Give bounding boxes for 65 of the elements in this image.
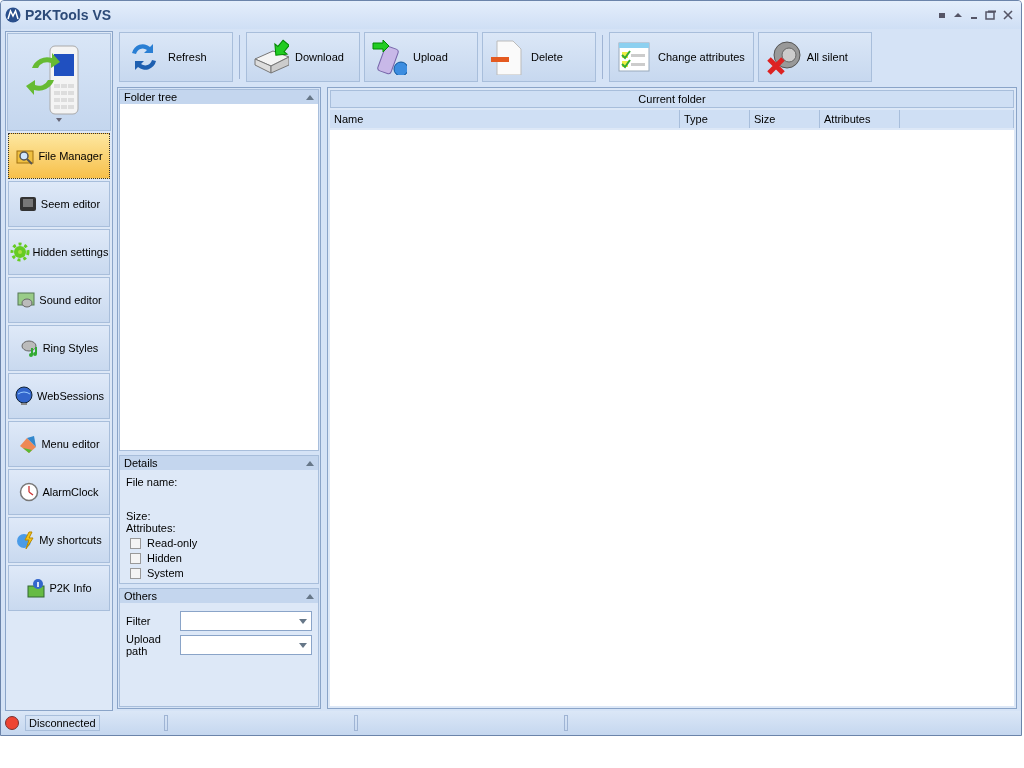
sidebar-item[interactable]: Hidden settings	[8, 229, 110, 275]
collapse-icon[interactable]	[306, 94, 314, 100]
sidebar-item-icon	[19, 482, 40, 502]
dropdown-arrow-icon	[299, 642, 307, 648]
toolbar-button-icon	[616, 39, 652, 75]
phone-logo-button[interactable]	[7, 33, 111, 131]
field-label: Attributes:	[126, 522, 177, 534]
app-logo-icon	[5, 7, 21, 23]
sidebar-item[interactable]: Sound editor	[8, 277, 110, 323]
sidebar-item[interactable]: AlarmClock	[8, 469, 110, 515]
panel-title: Folder tree	[124, 91, 178, 103]
sidebar-item-icon	[16, 530, 37, 550]
sidebar-item[interactable]: WebSessions	[8, 373, 110, 419]
sidebar-item-icon	[26, 578, 47, 598]
collapse-icon[interactable]	[306, 460, 314, 466]
checkbox-label: System	[147, 567, 184, 579]
dropdown-field[interactable]	[180, 611, 312, 631]
column-header[interactable]: Attributes	[820, 110, 900, 128]
toolbar-button[interactable]: Upload	[364, 32, 478, 82]
panel-title: Others	[124, 590, 157, 602]
dropdown-field[interactable]	[180, 635, 312, 655]
sidebar-item-icon	[18, 434, 39, 454]
panel-title: Details	[124, 457, 158, 469]
checkbox-label: Read-only	[147, 537, 198, 549]
menu-icon[interactable]	[937, 10, 947, 20]
toolbar-button-icon	[371, 39, 407, 75]
collapse-icon[interactable]	[953, 10, 963, 20]
column-header[interactable]: Type	[680, 110, 750, 128]
field-label: Upload path	[126, 633, 162, 657]
toolbar-button-icon	[489, 39, 525, 75]
checkbox[interactable]	[130, 567, 141, 579]
sidebar-item-icon	[13, 386, 34, 406]
caret-icon	[56, 118, 62, 122]
sidebar-item[interactable]: P2K Info	[8, 565, 110, 611]
field-label: Filter	[126, 615, 152, 627]
close-icon[interactable]	[1003, 10, 1013, 20]
sidebar-item-icon	[16, 290, 37, 310]
sidebar-item[interactable]: My shortcuts	[8, 517, 110, 563]
collapse-icon[interactable]	[306, 593, 314, 599]
dropdown-arrow-icon	[299, 618, 307, 624]
sidebar-item-icon	[19, 338, 40, 358]
toolbar-button[interactable]: Change attributes	[609, 32, 754, 82]
checkbox-label: Hidden	[147, 552, 182, 564]
checkbox[interactable]	[130, 552, 141, 564]
maximize-icon[interactable]	[985, 10, 997, 20]
checkbox[interactable]	[130, 537, 141, 549]
toolbar-button[interactable]: Download	[246, 32, 360, 82]
field-label: Size:	[126, 510, 152, 522]
toolbar-button-icon	[253, 39, 289, 75]
sidebar-item-icon	[17, 194, 38, 214]
toolbar-button[interactable]: Refresh	[119, 32, 233, 82]
list-header: Current folder	[330, 90, 1014, 108]
sidebar-item-icon	[9, 242, 30, 262]
field-label: File name:	[126, 476, 179, 488]
column-header[interactable]: Name	[330, 110, 680, 128]
connection-status: Disconnected	[25, 715, 100, 731]
sidebar-item[interactable]: Menu editor	[8, 421, 110, 467]
toolbar-button[interactable]: Delete	[482, 32, 596, 82]
sidebar-item[interactable]: Seem editor	[8, 181, 110, 227]
sidebar-item[interactable]: Ring Styles	[8, 325, 110, 371]
sidebar-item[interactable]: File Manager	[8, 133, 110, 179]
window-title: P2KTools VS	[25, 7, 113, 23]
toolbar-button[interactable]: All silent	[757, 32, 872, 82]
column-header[interactable]: Size	[750, 110, 820, 128]
toolbar-button-icon	[764, 39, 801, 75]
